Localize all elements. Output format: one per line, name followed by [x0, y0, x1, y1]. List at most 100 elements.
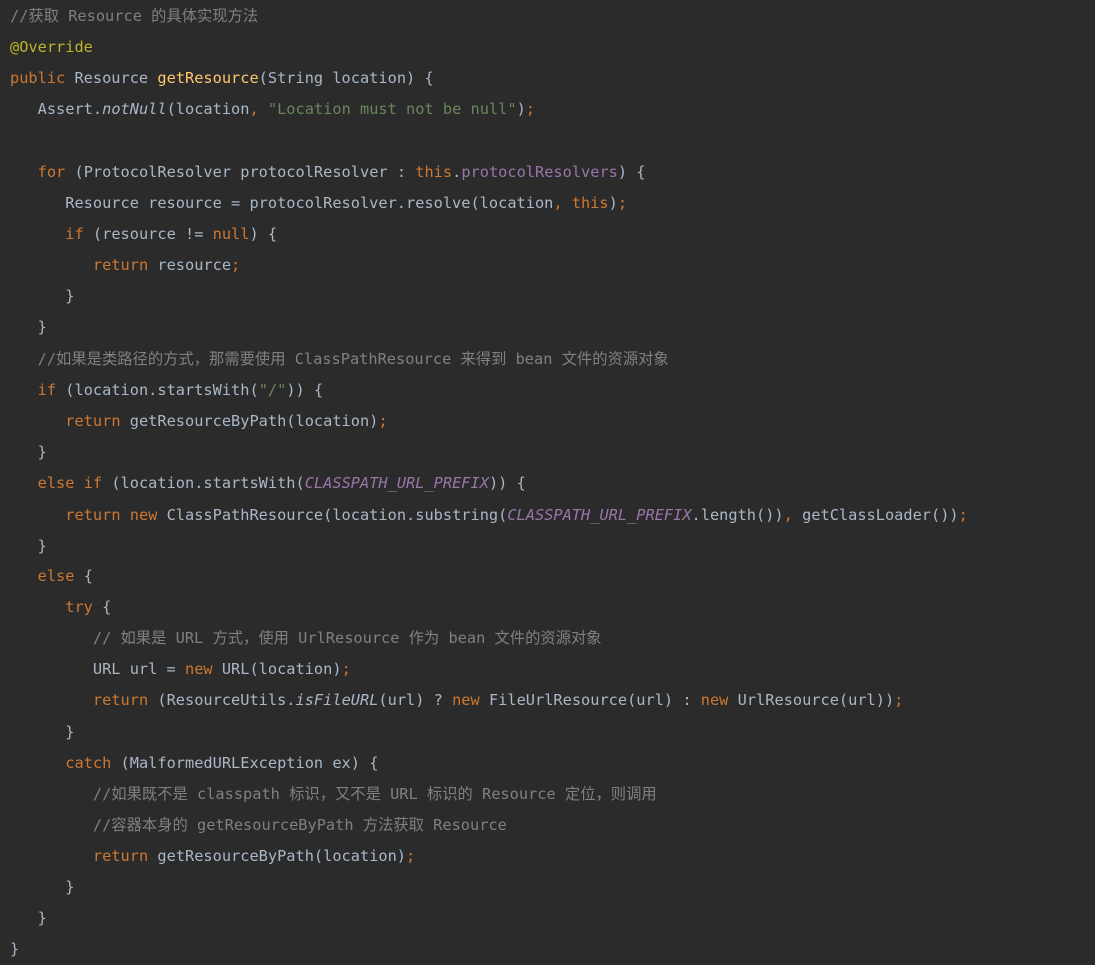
code-line[interactable]: } — [10, 281, 74, 312]
code-token: } — [10, 318, 47, 336]
code-comment: //如果是类路径的方式，那需要使用 ClassPathResource 来得到 … — [10, 350, 669, 368]
code-line[interactable]: } — [10, 872, 74, 903]
code-line[interactable]: else if (location.startsWith(CLASSPATH_U… — [10, 468, 526, 499]
code-line[interactable]: if (location.startsWith("/")) { — [10, 375, 324, 406]
code-line[interactable]: } — [10, 531, 47, 562]
code-line[interactable]: return resource; — [10, 250, 240, 281]
code-token: } — [10, 909, 47, 927]
code-line[interactable]: //容器本身的 getResourceByPath 方法获取 Resource — [10, 810, 507, 841]
code-token: URL(location) — [221, 660, 342, 678]
code-line[interactable]: } — [10, 934, 19, 965]
code-token: new — [184, 660, 222, 678]
code-token: return new — [65, 506, 167, 524]
code-line[interactable]: Resource resource = protocolResolver.res… — [10, 188, 627, 219]
code-line[interactable]: // 如果是 URL 方式，使用 UrlResource 作为 bean 文件的… — [10, 623, 602, 654]
code-line[interactable]: else { — [10, 561, 93, 592]
code-token: )) { — [488, 474, 526, 492]
code-token: ClassPathResource(location.substring( — [166, 506, 508, 524]
code-token: ) — [608, 194, 618, 212]
code-line[interactable]: catch (MalformedURLException ex) { — [10, 748, 378, 779]
code-line[interactable]: public Resource getResource(String locat… — [10, 63, 434, 94]
code-token: ; — [378, 412, 388, 430]
code-editor[interactable]: //获取 Resource 的具体实现方法 @Override public Res… — [0, 0, 1095, 964]
code-line[interactable]: //如果是类路径的方式，那需要使用 ClassPathResource 来得到 … — [10, 344, 669, 375]
code-line[interactable]: //获取 Resource 的具体实现方法 — [10, 1, 258, 32]
code-token: } — [10, 537, 47, 555]
code-line[interactable]: } — [10, 717, 74, 748]
code-token: } — [10, 287, 75, 305]
code-token: resource — [157, 256, 232, 274]
code-token: Resource — [74, 69, 158, 87]
code-token: (url) ? — [378, 691, 453, 709]
code-token: this — [415, 163, 453, 181]
code-token: . — [452, 163, 462, 181]
code-token: "Location must not be null" — [267, 100, 517, 118]
code-token: (location.startsWith( — [65, 381, 259, 399]
code-token: , — [553, 194, 572, 212]
code-token: ; — [958, 506, 968, 524]
code-comment: //获取 Resource 的具体实现方法 — [10, 7, 259, 25]
code-line[interactable]: return getResourceByPath(location); — [10, 841, 415, 872]
code-token: "/" — [258, 381, 287, 399]
code-line[interactable]: return (ResourceUtils.isFileURL(url) ? n… — [10, 685, 904, 716]
code-token: { — [102, 598, 112, 616]
code-token: if — [65, 225, 93, 243]
code-token: this — [571, 194, 609, 212]
code-token: isFileURL — [295, 691, 379, 709]
code-token: Resource resource = protocolResolver.res… — [10, 194, 554, 212]
code-line[interactable]: try { — [10, 592, 111, 623]
code-token: } — [10, 878, 75, 896]
code-token: else if — [37, 474, 112, 492]
code-token: )) { — [286, 381, 324, 399]
code-line[interactable]: } — [10, 903, 47, 934]
code-comment: //如果既不是 classpath 标识，又不是 URL 标识的 Resourc… — [10, 785, 657, 803]
code-line[interactable]: Assert.notNull(location, "Location must … — [10, 94, 535, 125]
code-token: ; — [617, 194, 628, 212]
code-token: ; — [406, 847, 416, 865]
code-line[interactable]: URL url = new URL(location); — [10, 654, 351, 685]
code-token: new — [700, 691, 738, 709]
code-token: URL url = — [10, 660, 185, 678]
code-line[interactable]: for (ProtocolResolver protocolResolver :… — [10, 157, 646, 188]
code-token: return — [92, 256, 158, 274]
code-token: notNull — [102, 100, 167, 118]
code-token: , — [783, 506, 803, 524]
code-line[interactable]: return new ClassPathResource(location.su… — [10, 500, 968, 531]
code-token: CLASSPATH_URL_PREFIX — [507, 506, 692, 524]
code-line[interactable]: } — [10, 437, 47, 468]
code-token: .length()) — [691, 506, 784, 524]
code-token: else — [37, 567, 84, 585]
code-token: getResourceByPath(location) — [129, 412, 379, 430]
code-token: (resource != — [92, 225, 213, 243]
code-token: , — [249, 100, 268, 118]
code-token: ) { — [617, 163, 646, 181]
code-comment: //容器本身的 getResourceByPath 方法获取 Resource — [10, 816, 507, 834]
code-token: ) { — [249, 225, 278, 243]
code-token: (String location) { — [258, 69, 434, 87]
code-token: (location.startsWith( — [111, 474, 305, 492]
code-line[interactable]: //如果既不是 classpath 标识，又不是 URL 标识的 Resourc… — [10, 779, 657, 810]
code-token: getResourceByPath(location) — [157, 847, 407, 865]
code-line[interactable]: } — [10, 312, 47, 343]
code-token: return — [65, 412, 130, 430]
code-token: (ResourceUtils. — [157, 691, 296, 709]
code-token: } — [10, 940, 20, 958]
code-token: getClassLoader()) — [802, 506, 959, 524]
code-comment: // 如果是 URL 方式，使用 UrlResource 作为 bean 文件的… — [10, 629, 602, 647]
code-token: new — [452, 691, 489, 709]
code-line[interactable]: return getResourceByPath(location); — [10, 406, 388, 437]
code-line[interactable]: @Override — [10, 32, 93, 63]
code-line[interactable]: if (resource != null) { — [10, 219, 277, 250]
code-token: if — [37, 381, 66, 399]
